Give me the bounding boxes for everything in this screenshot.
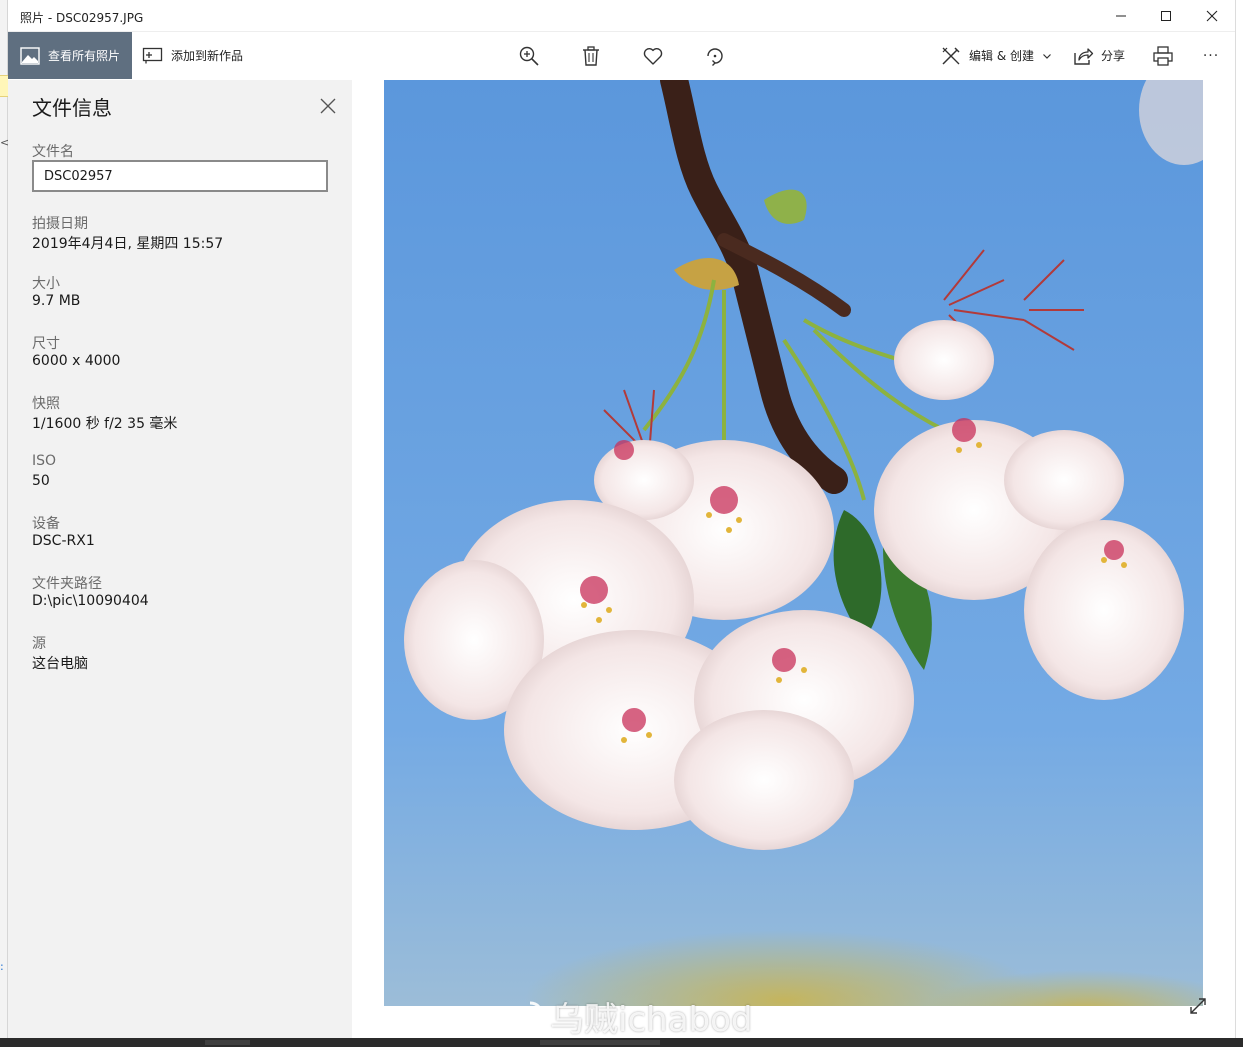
- field-label-shot: 快照: [32, 396, 60, 412]
- share-icon: [1074, 47, 1094, 65]
- desktop-right-edge: [1235, 0, 1243, 1047]
- file-info-panel: 文件信息 文件名 拍摄日期 2019年4月4日, 星期四 15:57 大小 9.…: [8, 80, 352, 1038]
- photo-image[interactable]: [384, 80, 1203, 1006]
- field-value-source: 这台电脑: [32, 656, 88, 672]
- close-icon: [320, 98, 336, 114]
- field-value-dimensions: 6000 x 4000: [32, 353, 121, 369]
- field-label-filename: 文件名: [32, 144, 74, 160]
- panel-title: 文件信息: [32, 96, 112, 120]
- title-bar: 照片 - DSC02957.JPG: [8, 0, 1235, 32]
- desktop-left-edge: < :: [0, 0, 9, 1047]
- window-title: 照片 - DSC02957.JPG: [20, 11, 144, 25]
- field-label-source: 源: [32, 636, 46, 652]
- view-all-photos-button[interactable]: 查看所有照片: [8, 32, 132, 79]
- desktop-highlight-strip: [0, 75, 8, 97]
- watermark: 乌贼ichabod: [500, 992, 753, 1041]
- field-value-date-taken: 2019年4月4日, 星期四 15:57: [32, 236, 224, 252]
- more-options-button[interactable]: ···: [1197, 42, 1225, 70]
- expand-icon[interactable]: [1187, 995, 1209, 1017]
- rotate-button[interactable]: [701, 42, 729, 70]
- zoom-button[interactable]: [515, 42, 543, 70]
- image-icon: [20, 46, 40, 65]
- share-button[interactable]: 分享: [1072, 32, 1125, 79]
- add-creation-icon: [142, 47, 163, 63]
- view-all-photos-label: 查看所有照片: [48, 49, 121, 63]
- cherry-blossom-photo: [384, 80, 1203, 1006]
- field-label-dimensions: 尺寸: [32, 336, 60, 352]
- minimize-button[interactable]: [1098, 0, 1144, 32]
- favorite-button[interactable]: [639, 42, 667, 70]
- weibo-icon: [501, 1001, 542, 1034]
- watermark-text: 乌贼ichabod: [550, 1000, 753, 1040]
- chevron-down-icon: [1043, 53, 1051, 59]
- add-to-creation-label: 添加到新作品: [171, 49, 244, 63]
- edit-create-icon: [942, 46, 960, 65]
- print-button[interactable]: [1149, 42, 1177, 70]
- photo-viewer: 乌贼ichabod: [352, 80, 1235, 1041]
- field-label-size: 大小: [32, 276, 60, 292]
- close-icon: [1206, 10, 1218, 22]
- toolbar: 查看所有照片 添加到新作品 编辑 & 创建 分享 ···: [8, 32, 1235, 80]
- filename-input[interactable]: [32, 160, 328, 192]
- field-value-shot: 1/1600 秒 f/2 35 毫米: [32, 416, 178, 432]
- delete-icon: [583, 46, 599, 66]
- delete-button[interactable]: [577, 42, 605, 70]
- edit-create-menu[interactable]: 编辑 & 创建: [940, 32, 1052, 79]
- maximize-icon: [1161, 11, 1171, 21]
- desktop-edge-link-glyph: :: [0, 960, 4, 973]
- close-window-button[interactable]: [1189, 0, 1235, 32]
- field-label-date-taken: 拍摄日期: [32, 216, 88, 232]
- field-label-folder-path: 文件夹路径: [32, 576, 102, 592]
- taskbar-segment: [205, 1040, 250, 1045]
- share-label: 分享: [1101, 49, 1126, 63]
- field-value-folder-path: D:\pic\10090404: [32, 593, 149, 609]
- field-value-device: DSC-RX1: [32, 533, 95, 549]
- rotate-icon: [707, 48, 723, 66]
- edit-create-label: 编辑 & 创建: [969, 49, 1034, 63]
- zoom-in-icon: [519, 46, 539, 66]
- maximize-button[interactable]: [1143, 0, 1189, 32]
- field-label-device: 设备: [32, 516, 60, 532]
- favorite-heart-icon: [643, 48, 663, 65]
- field-value-iso: 50: [32, 473, 50, 489]
- more-icon: ···: [1202, 48, 1220, 64]
- field-label-iso: ISO: [32, 453, 57, 469]
- panel-close-button[interactable]: [316, 94, 340, 118]
- minimize-icon: [1116, 15, 1126, 17]
- print-icon: [1153, 46, 1173, 66]
- add-to-creation-button[interactable]: 添加到新作品: [142, 32, 243, 79]
- field-value-size: 9.7 MB: [32, 293, 81, 309]
